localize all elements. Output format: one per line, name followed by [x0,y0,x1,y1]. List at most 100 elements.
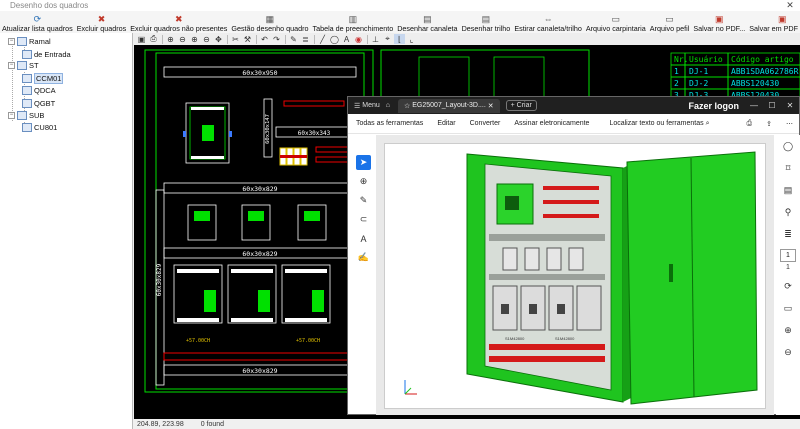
pan-icon[interactable]: ✥ [213,34,224,44]
panel-icon [22,86,32,95]
stamp-icon[interactable]: ✍ [356,250,371,265]
found-count: 0 found [200,420,225,428]
more-icon[interactable]: ⋯ [786,120,793,128]
close-icon[interactable]: ✕ [781,101,799,110]
share-icon[interactable]: ⇪ [766,120,772,128]
table-button[interactable]: ▥ Tabela de preenchimento [313,14,394,33]
save-icon[interactable]: ▣ [136,34,147,44]
select-arrow-icon[interactable]: ➤ [356,155,371,170]
tree-node[interactable]: − ST [8,60,39,71]
3d-model-view[interactable]: S1M42800 S1M42800 [385,144,766,409]
text-icon[interactable]: A [341,34,352,44]
bus-label-2: +57.00CH [296,338,320,344]
bom-header-user: Usuário [689,55,723,64]
tools-icon[interactable]: ⚒ [242,34,253,44]
lasso-icon[interactable]: ⊂ [356,212,371,227]
terminal-block [279,147,308,166]
tree-connector [12,41,13,121]
stretch-icon: ⇔ [543,14,553,24]
rail-icon: ▤ [481,14,491,24]
tree-node[interactable]: − SUB [8,110,44,121]
rail-button[interactable]: ▤ Desenhar trilho [462,14,511,33]
maximize-icon[interactable]: ☐ [763,101,781,110]
comment-icon[interactable]: ⊕ [356,174,371,189]
redo-icon[interactable]: ↷ [271,34,282,44]
line-icon[interactable]: ╱ [317,34,328,44]
tree-node[interactable]: de Entrada [22,49,71,60]
pdf-button[interactable]: ▣ Salvar no PDF... [693,14,745,33]
search-tools[interactable]: Localizar texto ou ferramentas ⌕ [609,120,709,128]
zoom-out-icon[interactable]: ⊖ [781,345,795,359]
new-tab-button[interactable]: + Criar [505,100,537,111]
bom-cell: 2 [674,79,679,88]
ribbon-label: Estirar canaleta/trilho [514,24,582,33]
print-icon[interactable]: ⎙ [148,34,159,44]
panel-design-icon: ▦ [265,14,275,24]
pen-icon[interactable]: ✎ [288,34,299,44]
tree-node[interactable]: CU801 [22,122,57,133]
carpentry-file-button[interactable]: ▭ Arquivo carpintaria [586,14,646,33]
window-title: Desenho dos quadros [10,1,89,10]
bom-cell: 1 [674,67,679,76]
collapse-icon[interactable]: − [8,38,15,45]
duct-button[interactable]: ▤ Desenhar canaleta [397,14,457,33]
zoom-out-icon[interactable]: ⊖ [177,34,188,44]
delete-missing-button[interactable]: ✖ Excluir quadros não presentes [130,14,227,33]
scissors-icon[interactable]: ✂ [230,34,241,44]
zoom-in-icon[interactable]: ⊕ [781,323,795,337]
menu-sign[interactable]: Assinar eletronicamente [514,120,589,127]
pdf-document-area[interactable]: S1M42800 S1M42800 [376,135,774,415]
menu-convert[interactable]: Converter [470,120,501,127]
panel-design-button[interactable]: ▦ Gestão desenho quadro [231,14,308,33]
delete-button[interactable]: ✖ Excluir quadros [77,14,127,33]
page-number-field[interactable]: 1 [780,249,796,262]
tree-node-label: QGBT [34,99,56,108]
bookmark-icon[interactable]: ⌑ [781,161,795,175]
undo-icon[interactable]: ↶ [259,34,270,44]
menu-button[interactable]: ☰ Menu [354,102,380,110]
tab-close-icon[interactable]: ✕ [488,102,494,110]
login-button[interactable]: Fazer logon [688,101,739,111]
collapse-icon[interactable]: − [8,62,15,69]
profile-file-button[interactable]: ▭ Arquivo pefil [650,14,690,33]
grid-icon[interactable]: ⌊ [394,34,405,44]
pages-icon[interactable]: ▤ [781,183,795,197]
zoom-window-icon[interactable]: ⊕ [189,34,200,44]
text-box-icon[interactable]: A [356,231,371,246]
attachment-icon[interactable]: ⚲ [781,205,795,219]
close-icon[interactable]: ✕ [780,0,800,11]
layers-icon[interactable]: ≣ [781,227,795,241]
hamburger-icon: ☰ [354,102,361,110]
ortho-icon[interactable]: ⊥ [370,34,381,44]
print-icon[interactable]: ⎙ [747,120,753,128]
tree-node[interactable]: QGBT [22,98,55,109]
refresh-button[interactable]: ⟳ Atualizar lista quadros [2,14,73,33]
comment-icon[interactable]: ◯ [781,139,795,153]
ribbon-label: Desenhar canaleta [397,24,458,33]
save-icon[interactable]: ▭ [781,301,795,315]
pdf-document-tab[interactable]: ☆ EG25007_Layout-3D.... ✕ [397,98,500,113]
layers-icon[interactable]: ≣ [300,34,311,44]
pdf3d-button[interactable]: ▣Salvar em PDF 3D... [749,14,800,33]
tree-node[interactable]: CCM01 [22,73,64,84]
tree-node[interactable]: − Ramal [8,36,51,47]
circle-icon[interactable]: ◯ [329,34,340,44]
color-wheel-icon[interactable]: ◉ [353,34,364,44]
tree-node[interactable]: QDCA [22,85,56,96]
collapse-icon[interactable]: − [8,112,15,119]
refresh-icon[interactable]: ⟳ [781,279,795,293]
snap-icon[interactable]: ⌖ [382,34,393,44]
zoom-in-icon[interactable]: ⊕ [165,34,176,44]
draw-icon[interactable]: ✎ [356,193,371,208]
measure-icon[interactable]: ⌞ [406,34,417,44]
home-icon[interactable]: ⌂ [386,102,390,109]
menu-all-tools[interactable]: Todas as ferramentas [356,120,423,127]
ribbon-label: Arquivo carpintaria [585,24,646,33]
minimize-icon[interactable]: — [745,101,763,110]
menu-edit[interactable]: Editar [437,120,455,127]
ribbon-label: Tabela de preenchimento [312,24,394,33]
status-bar: 204.89, 223.98 0 found [134,419,800,429]
stretch-button[interactable]: ⇔ Estirar canaleta/trilho [514,14,582,33]
panel-icon [22,74,32,83]
zoom-extents-icon[interactable]: ⊖ [201,34,212,44]
